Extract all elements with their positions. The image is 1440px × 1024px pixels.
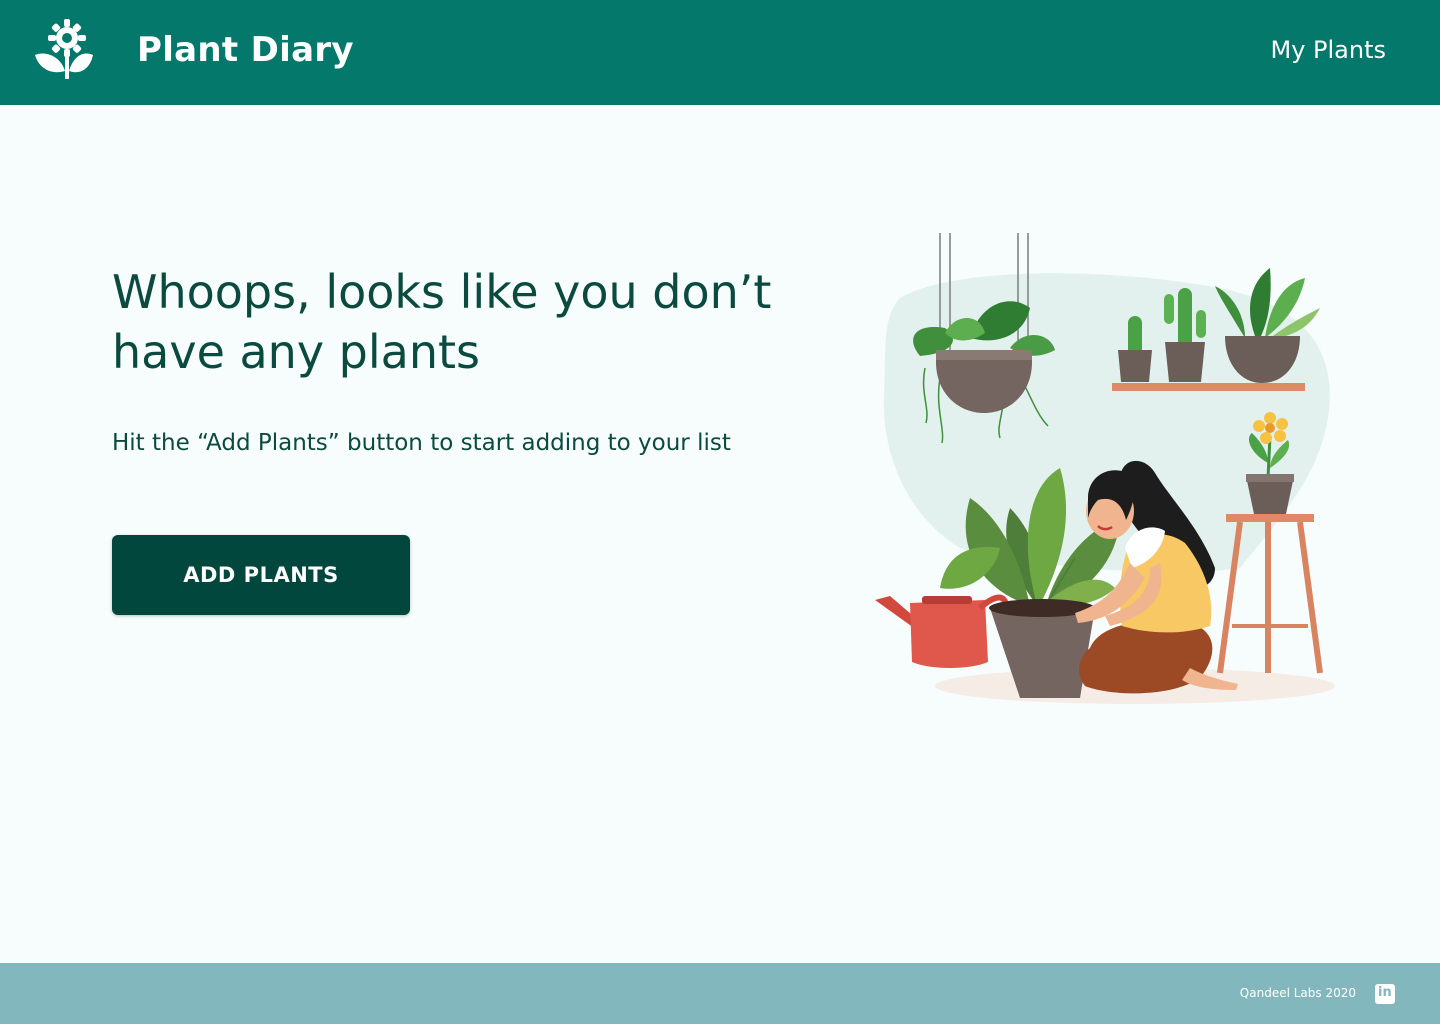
app-header: Plant Diary My Plants [0,0,1440,105]
watering-can [875,594,1009,668]
side-table [1217,514,1323,674]
wall-shelf [1112,383,1305,391]
footer-credit: Qandeel Labs 2020 [1239,986,1356,1000]
flower-sprout-icon[interactable] [34,19,94,81]
linkedin-icon[interactable]: in [1375,984,1395,1004]
app-footer: Qandeel Labs 2020 in [0,963,1440,1024]
empty-state-subtext: Hit the “Add Plants” button to start add… [112,430,731,456]
linkedin-icon-label: in [1378,985,1392,1000]
add-plants-button[interactable]: ADD PLANTS [112,535,410,615]
plant-care-illustration [860,228,1340,713]
empty-state-headline: Whoops, looks like you don’t have any pl… [112,265,772,379]
brand-title[interactable]: Plant Diary [137,30,354,70]
nav-my-plants[interactable]: My Plants [1270,36,1386,64]
